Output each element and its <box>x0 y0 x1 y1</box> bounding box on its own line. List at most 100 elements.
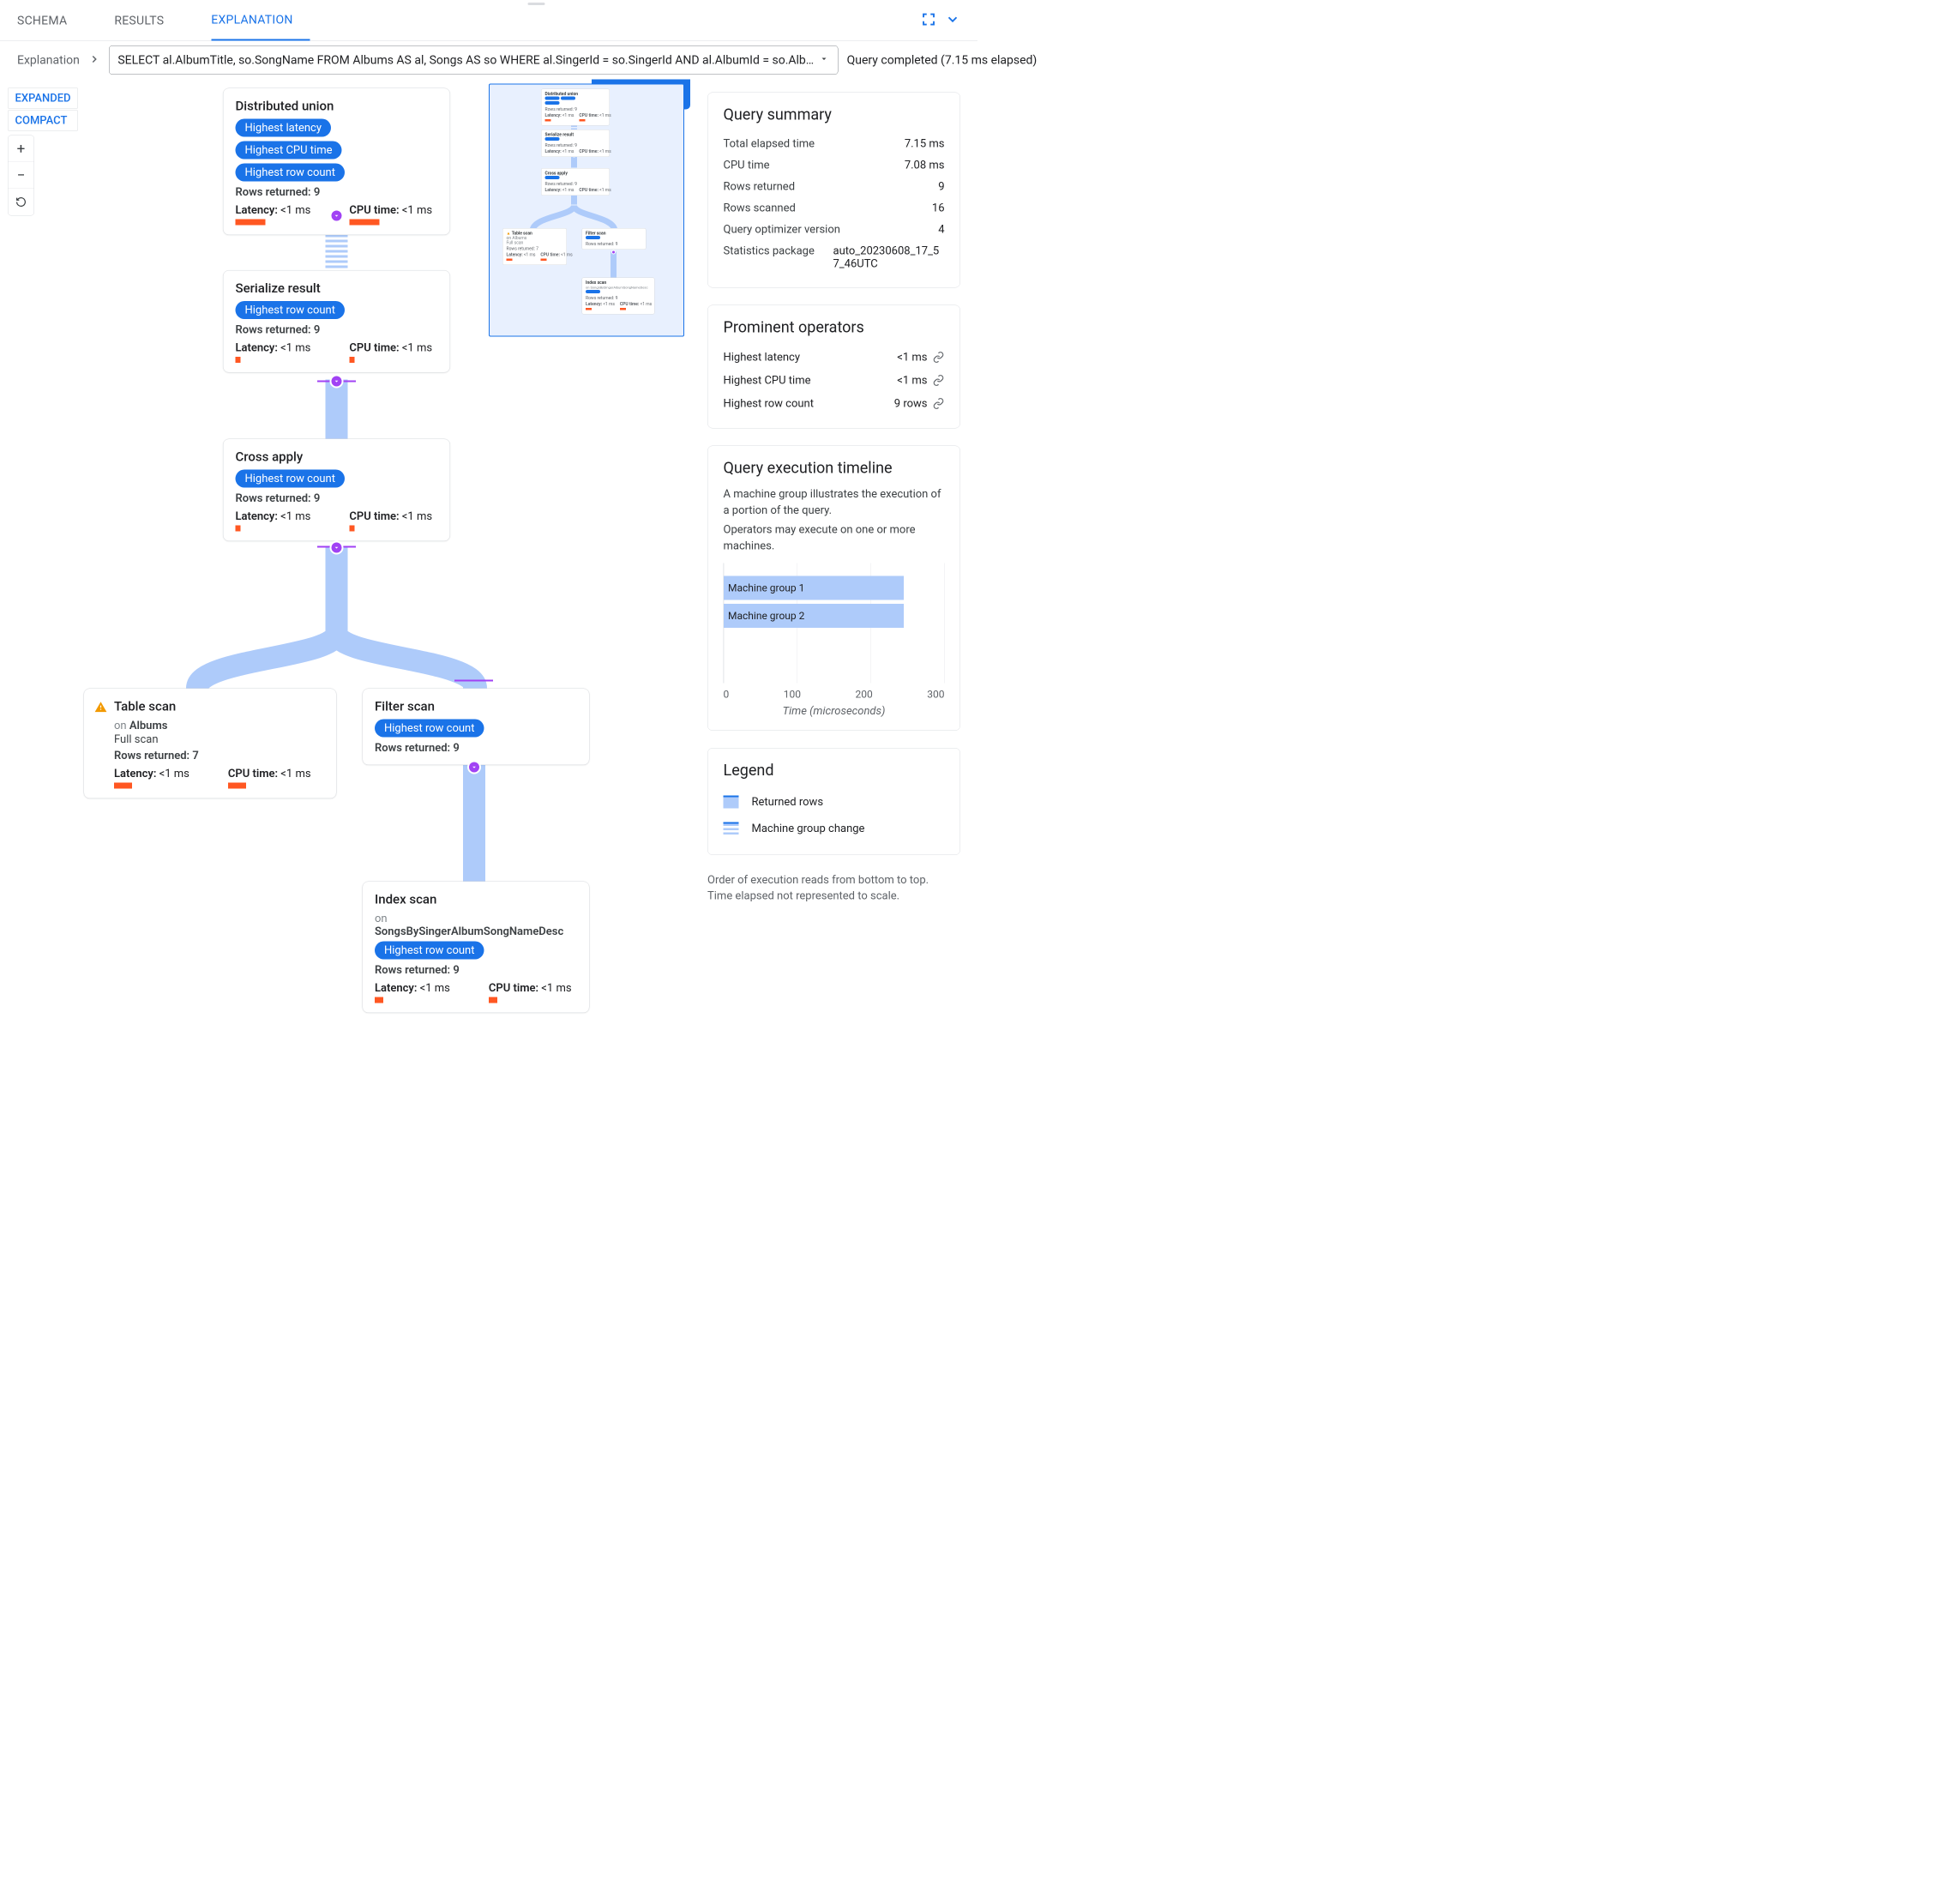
cpu-value: <1 ms <box>400 510 432 523</box>
warning-icon <box>94 701 107 714</box>
pill-highest-rows: Highest row count <box>236 470 345 488</box>
latency-bar <box>236 357 241 363</box>
pill-highest-rows: Highest row count <box>236 301 345 319</box>
prominent-heading: Prominent operators <box>724 318 945 336</box>
node-title: Serialize result <box>236 281 438 297</box>
legend-row-change: Machine group change <box>724 815 945 841</box>
summary-value: 16 <box>932 202 945 214</box>
prominent-key: Highest row count <box>724 397 814 410</box>
on-target: Albums <box>129 720 168 732</box>
plan-canvas[interactable]: EXPANDED COMPACT + − <box>0 80 707 953</box>
pill-highest-cpu: Highest CPU time <box>236 142 342 160</box>
node-title: Table scan <box>114 699 324 714</box>
node-table-scan[interactable]: Table scan on Albums Full scan Rows retu… <box>84 689 337 799</box>
prominent-operators-card: Prominent operators Highest latency <1 m… <box>707 305 960 429</box>
latency-label: Latency: <box>236 341 278 354</box>
rows-returned: Rows returned: 9 <box>236 186 321 199</box>
pill-highest-latency: Highest latency <box>236 119 331 137</box>
cpu-label: CPU time: <box>349 341 399 354</box>
cpu-bar <box>349 357 354 363</box>
latency-bar <box>375 997 383 1003</box>
timeline-xlabel: Time (microseconds) <box>724 704 945 717</box>
node-cross-apply[interactable]: Cross apply Highest row count Rows retur… <box>223 439 450 542</box>
timeline-axis: 0100200300 <box>724 688 945 700</box>
query-summary-card: Query summary Total elapsed time7.15 ms … <box>707 93 960 288</box>
cpu-value: <1 ms <box>400 204 432 217</box>
summary-key: Query optimizer version <box>724 223 840 236</box>
latency-value: <1 ms <box>156 768 189 780</box>
summary-value: 7.08 ms <box>905 159 945 172</box>
pill-highest-rows: Highest row count <box>236 164 345 182</box>
summary-value: 4 <box>938 223 944 236</box>
expand-badge-icon[interactable] <box>330 209 344 223</box>
chevron-down-icon[interactable] <box>945 12 960 29</box>
expand-badge-icon[interactable] <box>330 541 344 555</box>
side-panel: Query summary Total elapsed time7.15 ms … <box>707 80 977 953</box>
query-status: Query completed (7.15 ms elapsed) <box>847 53 1038 68</box>
legend-row-rows: Returned rows <box>724 788 945 815</box>
timeline-bar-2[interactable]: Machine group 2 <box>724 604 904 628</box>
cpu-label: CPU time: <box>489 982 538 995</box>
node-title: Index scan <box>375 892 577 907</box>
legend-card: Legend Returned rows Machine group chang… <box>707 748 960 855</box>
prominent-key: Highest latency <box>724 351 800 364</box>
node-title: Distributed union <box>236 99 438 114</box>
summary-heading: Query summary <box>724 105 945 124</box>
legend-swatch-dashed-icon <box>724 822 739 835</box>
prominent-key: Highest CPU time <box>724 374 811 387</box>
timeline-bar-1[interactable]: Machine group 1 <box>724 575 904 600</box>
link-icon <box>933 398 945 410</box>
on-label: on <box>114 720 129 732</box>
latency-label: Latency: <box>114 768 156 780</box>
rows-returned: Rows returned: 7 <box>114 750 199 762</box>
timeline-card: Query execution timeline A machine group… <box>707 446 960 731</box>
rows-returned: Rows returned: 9 <box>375 742 460 755</box>
latency-value: <1 ms <box>417 982 449 995</box>
node-serialize-result[interactable]: Serialize result Highest row count Rows … <box>223 270 450 373</box>
node-filter-scan[interactable]: Filter scan Highest row count Rows retur… <box>363 689 590 766</box>
legend-heading: Legend <box>724 761 945 779</box>
full-scan-note: Full scan <box>114 733 324 746</box>
prominent-cpu-row[interactable]: Highest CPU time <1 ms <box>724 369 945 392</box>
timeline-chart: Machine group 1 Machine group 2 01002003… <box>724 563 945 717</box>
query-header: Explanation SELECT al.AlbumTitle, so.Son… <box>0 41 977 80</box>
breadcrumb: Explanation <box>17 53 80 68</box>
prominent-latency-row[interactable]: Highest latency <1 ms <box>724 346 945 369</box>
tab-explanation[interactable]: EXPLANATION <box>211 0 310 40</box>
dropdown-caret-icon <box>819 53 829 68</box>
on-target: SongsBySingerAlbumSongNameDesc <box>375 925 563 938</box>
cpu-value: <1 ms <box>278 768 310 780</box>
cpu-bar <box>228 783 246 789</box>
latency-label: Latency: <box>375 982 417 995</box>
latency-bar <box>236 526 241 532</box>
legend-label: Returned rows <box>752 795 824 808</box>
prominent-rows-row[interactable]: Highest row count 9 rows <box>724 392 945 415</box>
pill-highest-rows: Highest row count <box>375 942 484 960</box>
cpu-bar <box>349 526 354 532</box>
prominent-value: <1 ms <box>897 374 927 387</box>
cpu-label: CPU time: <box>228 768 278 780</box>
summary-key: Rows returned <box>724 180 796 193</box>
legend-swatch-solid-icon <box>724 795 739 808</box>
rows-returned: Rows returned: 9 <box>375 964 460 977</box>
expand-badge-icon[interactable] <box>330 375 344 389</box>
drag-handle-icon[interactable] <box>528 3 545 5</box>
query-selector[interactable]: SELECT al.AlbumTitle, so.SongName FROM A… <box>109 45 839 75</box>
node-index-scan[interactable]: Index scan on SongsBySingerAlbumSongName… <box>363 882 590 1014</box>
latency-bar <box>236 220 266 226</box>
node-title: Cross apply <box>236 449 438 465</box>
minimap[interactable]: Distributed union Rows returned: 9 Laten… <box>489 84 684 337</box>
rows-returned: Rows returned: 9 <box>236 323 321 336</box>
summary-key: CPU time <box>724 159 770 172</box>
expand-badge-icon[interactable] <box>467 761 481 774</box>
tab-results[interactable]: RESULTS <box>114 0 181 40</box>
latency-label: Latency: <box>236 204 278 217</box>
fullscreen-icon[interactable] <box>921 12 936 29</box>
connector <box>326 380 348 440</box>
latency-label: Latency: <box>236 510 278 523</box>
summary-value: 7.15 ms <box>905 137 945 150</box>
tab-schema[interactable]: SCHEMA <box>17 0 84 40</box>
timeline-heading: Query execution timeline <box>724 459 945 477</box>
prominent-value: 9 rows <box>894 397 928 410</box>
cpu-value: <1 ms <box>400 341 432 354</box>
